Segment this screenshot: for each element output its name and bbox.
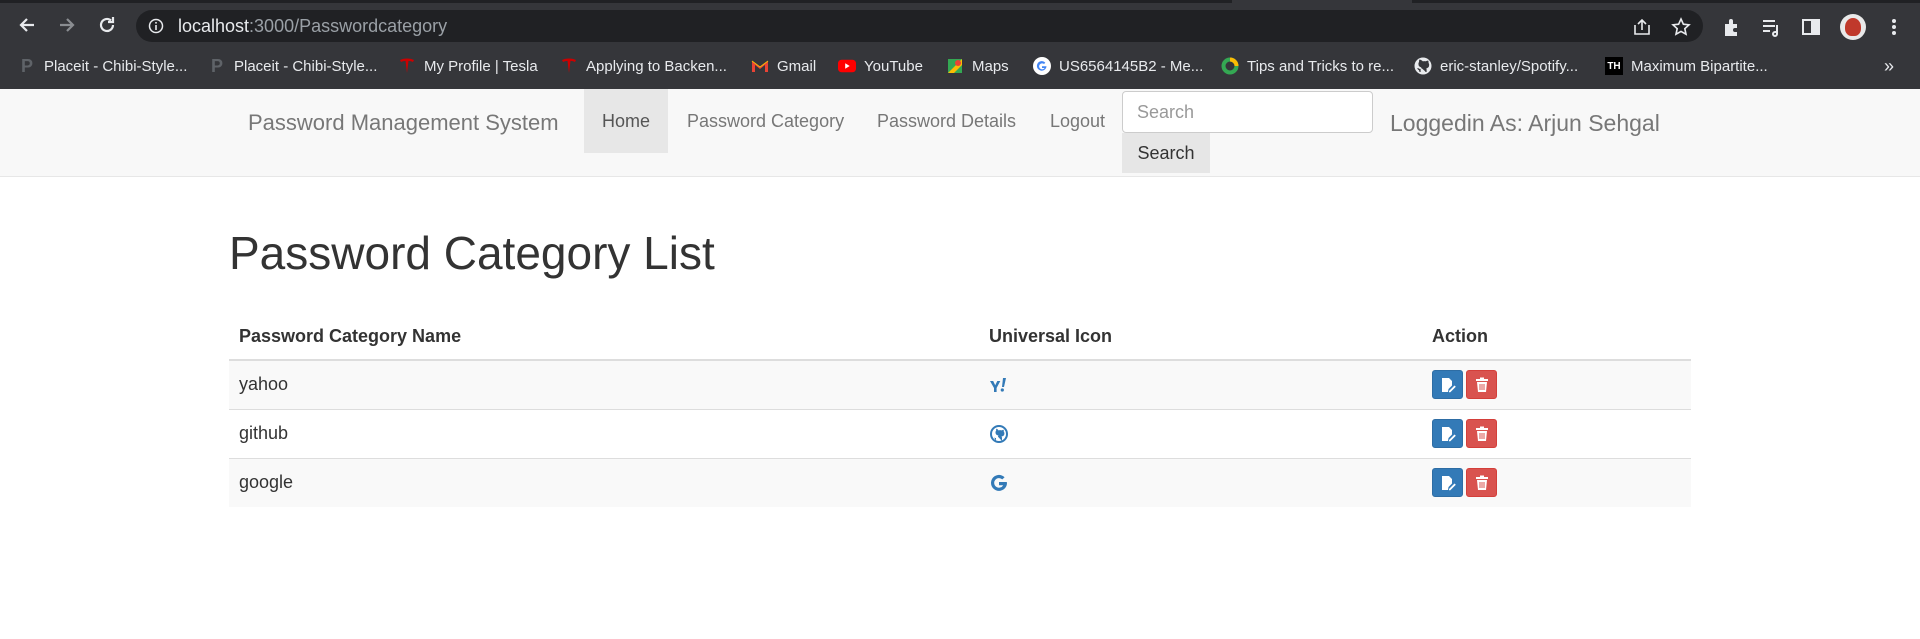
trash-icon [1475, 377, 1488, 392]
search-button[interactable]: Search [1122, 133, 1210, 173]
edit-icon [1441, 426, 1456, 441]
bookmark-label: US6564145B2 - Me... [1059, 57, 1204, 75]
bookmark-label: eric-stanley/Spotify... [1440, 57, 1579, 75]
google-icon [1033, 57, 1051, 75]
table-row: github [229, 408, 1691, 458]
nav-password-category[interactable]: Password Category [687, 89, 844, 153]
column-header-icon: Universal Icon [979, 314, 1422, 361]
browser-chrome: localhost:3000/Passwordcategory P Placei… [0, 0, 1920, 89]
trash-icon [1475, 475, 1488, 490]
table-header-row: Password Category Name Universal Icon Ac… [229, 314, 1691, 361]
maps-icon [946, 57, 964, 75]
google-icon [991, 475, 1007, 492]
icon-cell [979, 359, 1422, 409]
search-input[interactable] [1122, 91, 1373, 133]
nav-home[interactable]: Home [584, 89, 668, 153]
url-text[interactable]: localhost:3000/Passwordcategory [178, 17, 447, 35]
category-name: github [229, 408, 979, 458]
bookmark-star-icon[interactable] [1671, 17, 1691, 37]
trash-icon [1475, 426, 1488, 441]
placeit-icon: P [20, 55, 33, 76]
forward-button[interactable] [53, 11, 81, 39]
placeit-icon: P [210, 55, 223, 76]
browser-menu-icon[interactable] [1883, 16, 1905, 38]
th-icon: TH [1605, 57, 1623, 75]
category-table: Password Category Name Universal Icon Ac… [229, 314, 1691, 507]
icon-cell [979, 408, 1422, 458]
action-cell [1422, 359, 1691, 409]
bookmark-item[interactable]: US6564145B2 - Me... [1033, 50, 1203, 82]
table-row: yahoo [229, 359, 1691, 409]
address-bar-row: localhost:3000/Passwordcategory [0, 3, 1920, 47]
bookmark-item[interactable]: My Profile | Tesla [398, 50, 538, 82]
action-cell [1422, 408, 1691, 458]
bookmark-label: Tips and Tricks to re... [1247, 57, 1394, 75]
youtube-icon [838, 57, 856, 75]
delete-button[interactable] [1466, 419, 1497, 448]
app-navbar: Password Management System Home Password… [0, 89, 1920, 177]
address-bar[interactable]: localhost:3000/Passwordcategory [136, 10, 1703, 42]
bookmark-label: Maps [972, 57, 1009, 75]
edit-icon [1441, 475, 1456, 491]
share-icon[interactable] [1632, 17, 1652, 37]
table-row: google [229, 457, 1691, 507]
forward-arrow-icon [60, 18, 75, 32]
bookmark-item[interactable]: Applying to Backen... [560, 50, 727, 82]
url-path: :3000/Passwordcategory [249, 16, 448, 36]
category-name: google [229, 457, 979, 507]
edit-button[interactable] [1432, 370, 1463, 400]
gmail-icon [751, 57, 769, 75]
bookmark-item[interactable]: eric-stanley/Spotify... [1414, 50, 1578, 82]
bookmark-label: Placeit - Chibi-Style... [234, 57, 378, 75]
reload-button[interactable] [93, 11, 121, 39]
nav-password-details[interactable]: Password Details [877, 89, 1016, 153]
more-bookmarks-icon[interactable]: » [1884, 56, 1894, 77]
category-name: yahoo [229, 359, 979, 409]
bookmark-item[interactable]: YouTube [838, 50, 923, 82]
column-header-name: Password Category Name [229, 314, 979, 361]
bookmarks-bar: P Placeit - Chibi-Style... P Placeit - C… [0, 50, 1920, 82]
github-icon [1414, 57, 1432, 75]
bookmark-item[interactable]: P Placeit - Chibi-Style... [208, 50, 377, 82]
side-panel-icon[interactable] [1800, 16, 1822, 38]
reading-list-icon[interactable] [1760, 16, 1782, 38]
edit-button[interactable] [1432, 419, 1463, 448]
tesla-icon [560, 57, 578, 75]
bookmark-item[interactable]: Gmail [751, 50, 816, 82]
column-header-action: Action [1422, 314, 1691, 361]
brand-link[interactable]: Password Management System [248, 110, 559, 136]
icon-cell [979, 457, 1422, 507]
action-cell [1422, 457, 1691, 507]
bookmark-label: Placeit - Chibi-Style... [44, 57, 188, 75]
edit-button[interactable] [1432, 468, 1463, 498]
bookmark-item[interactable]: TH Maximum Bipartite... [1605, 50, 1768, 82]
profile-avatar[interactable] [1840, 14, 1866, 40]
delete-button[interactable] [1466, 468, 1497, 498]
github-icon [990, 425, 1008, 444]
bookmark-item[interactable]: Maps [946, 50, 1009, 82]
delete-button[interactable] [1466, 370, 1497, 400]
bookmark-label: My Profile | Tesla [424, 57, 538, 75]
site-info-icon[interactable] [148, 18, 164, 34]
tesla-icon [398, 57, 416, 75]
bookmark-label: Maximum Bipartite... [1631, 57, 1768, 75]
back-button[interactable] [13, 11, 41, 39]
reload-icon [99, 17, 115, 33]
logged-in-user: Loggedin As: Arjun Sehgal [1390, 110, 1660, 136]
yahoo-icon [990, 378, 1006, 393]
edit-icon [1441, 377, 1456, 393]
ring-icon [1221, 57, 1239, 75]
bookmark-item[interactable]: Tips and Tricks to re... [1221, 50, 1394, 82]
page-title: Password Category List [229, 227, 715, 279]
url-host: localhost [178, 16, 250, 36]
bookmark-item[interactable]: P Placeit - Chibi-Style... [18, 50, 187, 82]
extensions-icon[interactable] [1721, 16, 1743, 38]
bookmark-label: Applying to Backen... [586, 57, 727, 75]
back-arrow-icon [19, 18, 34, 32]
bookmark-label: Gmail [777, 57, 817, 75]
bookmark-label: YouTube [864, 57, 923, 75]
nav-logout[interactable]: Logout [1050, 89, 1105, 153]
